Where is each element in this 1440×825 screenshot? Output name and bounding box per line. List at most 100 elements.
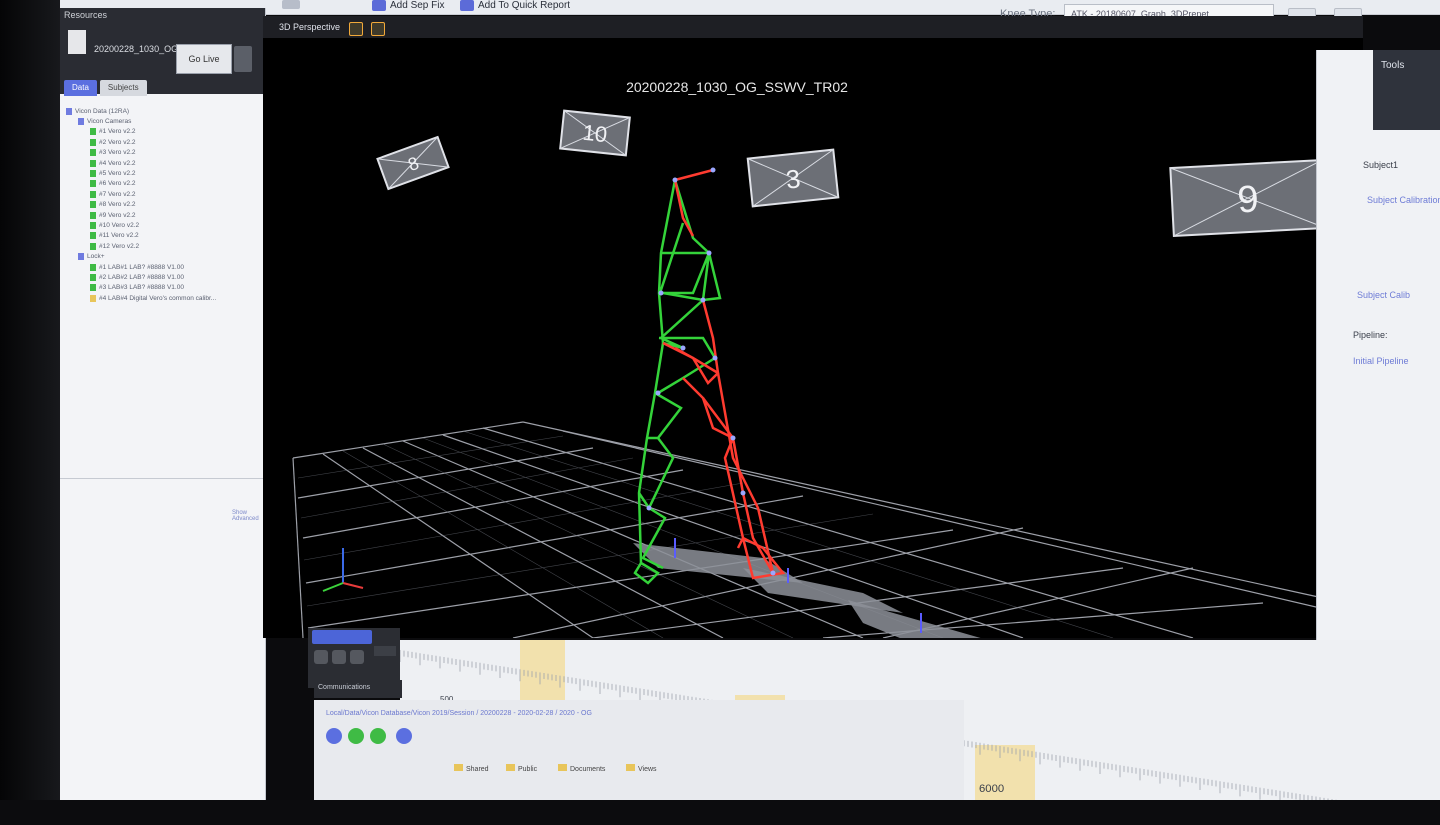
tree-item[interactable]: #7 Vero v2.2 — [66, 189, 262, 199]
view-type-label[interactable]: 3D Perspective — [279, 22, 340, 32]
tree-item-label: Vicon Data (12RA) — [75, 107, 130, 115]
upload-icon[interactable] — [396, 728, 412, 744]
report-icon — [460, 0, 474, 11]
tree-item-label: #8 Vero v2.2 — [99, 201, 136, 209]
tree-item[interactable]: #8 Vero v2.2 — [66, 200, 262, 210]
tree-item[interactable]: Lock+ — [66, 251, 262, 261]
camera-icon — [90, 232, 96, 240]
pause-icon[interactable] — [234, 46, 252, 72]
camera-icon — [90, 201, 96, 209]
go-live-button[interactable]: Go Live — [176, 44, 232, 74]
tree-item-label: #11 Vero v2.2 — [99, 232, 139, 240]
camera-icon — [90, 221, 96, 229]
tree-item-label: #12 Vero v2.2 — [99, 242, 140, 250]
svg-text:10: 10 — [581, 120, 608, 147]
tree-item[interactable]: #11 Vero v2.2 — [66, 231, 262, 241]
add-sep-button[interactable]: Add Sep Fix — [372, 0, 444, 11]
play-back-button[interactable] — [314, 650, 328, 664]
tool-item[interactable]: Pipeline: — [1353, 330, 1388, 340]
tree-item[interactable]: #4 LAB#4 Digital Vero's common calibr... — [66, 293, 262, 303]
tab-subjects[interactable]: Subjects — [99, 80, 147, 96]
tree-item[interactable]: #3 LAB#3 LAB? #8888 V1.00 — [66, 283, 262, 293]
tree-item-label: #9 Vero v2.2 — [99, 211, 136, 219]
tree-item-label: Vicon Cameras — [87, 118, 132, 126]
folder-icon — [506, 764, 515, 771]
tree-item[interactable]: Vicon Cameras — [66, 116, 262, 126]
frame-field[interactable] — [374, 646, 396, 656]
folder-icon — [90, 294, 96, 302]
tab-shared[interactable]: Shared — [454, 764, 489, 773]
folder-icon — [454, 764, 463, 771]
camera-focus-icon[interactable] — [371, 22, 385, 36]
toolbar-button-1[interactable] — [282, 0, 300, 9]
show-advanced-link[interactable]: Show Advanced — [232, 510, 265, 522]
add-quick-report-label: Add To Quick Report — [478, 0, 571, 11]
resource-tree: Vicon Data (12RA) Vicon Cameras #1 Vero v2… — [66, 106, 262, 303]
tree-item[interactable]: #4 Vero v2.2 — [66, 158, 262, 168]
tree-item-label: #10 Vero v2.2 — [99, 221, 140, 229]
tree-item[interactable]: #1 LAB#1 LAB? #8888 V1.00 — [66, 262, 262, 272]
viewport-canvas: 20200228_1030_OG_SSWV_TR02 8 10 3 9 — [292, 79, 1363, 638]
camera-9: 9 — [1169, 159, 1327, 237]
resources-panel: Resources 20200228_1030_OG... Go Live Da… — [60, 8, 266, 808]
tree-item[interactable]: #9 Vero v2.2 — [66, 210, 262, 220]
camera-icon — [90, 159, 96, 167]
camera-icon — [90, 138, 96, 146]
tree-item[interactable]: #2 LAB#2 LAB? #8888 V1.00 — [66, 272, 262, 282]
camera-8: 8 — [376, 135, 450, 191]
file-icon — [68, 30, 86, 54]
time-range-bar[interactable] — [312, 630, 372, 644]
tab-views[interactable]: Views — [626, 764, 657, 773]
tool-item[interactable]: Initial Pipeline — [1353, 356, 1409, 366]
resources-tabs: Data Subjects — [64, 80, 147, 96]
tree-item[interactable]: #5 Vero v2.2 — [66, 168, 262, 178]
breadcrumb[interactable]: Local/Data/Vicon Database/Vicon 2019/Ses… — [326, 710, 592, 717]
tool-item[interactable]: Subject1 — [1363, 160, 1398, 170]
file-name: 20200228_1030_OG... — [94, 44, 186, 54]
folder-icon — [558, 764, 567, 771]
tree-item-label: #2 Vero v2.2 — [99, 138, 136, 146]
tree-item-label: #2 LAB#2 LAB? #8888 V1.00 — [99, 273, 184, 281]
camera-icon — [90, 128, 96, 136]
add-quick-report-button[interactable]: Add To Quick Report — [460, 0, 570, 11]
play-button[interactable] — [332, 650, 346, 664]
capture-title: 20200228_1030_OG_SSWV_TR02 — [626, 79, 848, 95]
folder-icon — [66, 107, 72, 115]
3d-viewport[interactable]: 20200228_1030_OG_SSWV_TR02 8 10 3 9 — [263, 38, 1363, 638]
back-icon[interactable] — [326, 728, 342, 744]
tree-item[interactable]: #2 Vero v2.2 — [66, 137, 262, 147]
tree-item[interactable]: #1 Vero v2.2 — [66, 127, 262, 137]
tree-item[interactable]: #6 Vero v2.2 — [66, 179, 262, 189]
camera-icon — [90, 211, 96, 219]
tree-item-label: #4 Vero v2.2 — [99, 159, 136, 167]
upload-icon — [372, 0, 386, 11]
folder-icon — [78, 118, 84, 126]
tree-item-label: #4 LAB#4 Digital Vero's common calibr... — [99, 294, 217, 302]
tree-item[interactable]: Vicon Data (12RA) — [66, 106, 262, 116]
tab-data[interactable]: Data — [64, 80, 97, 96]
play-forward-button[interactable] — [350, 650, 364, 664]
tree-item[interactable]: #10 Vero v2.2 — [66, 220, 262, 230]
monitor-bezel-bottom — [0, 800, 1440, 825]
panel-divider — [60, 478, 265, 479]
folder-icon — [78, 253, 84, 261]
camera-3: 3 — [746, 148, 840, 208]
resources-title: Resources — [64, 10, 108, 20]
timeline-tick-label: 6000 — [979, 783, 1004, 795]
new-icon[interactable] — [348, 728, 364, 744]
toolbar-icon — [282, 0, 300, 9]
resources-header: Resources 20200228_1030_OG... Go Live Da… — [60, 8, 265, 96]
tree-item-label: Lock+ — [87, 253, 105, 261]
tool-item[interactable]: Subject Calib — [1357, 290, 1410, 300]
tab-public[interactable]: Public — [506, 764, 537, 773]
tab-documents[interactable]: Documents — [558, 764, 605, 773]
timeline-controls — [308, 628, 400, 688]
camera-10: 10 — [559, 109, 631, 157]
tree-item[interactable]: #3 Vero v2.2 — [66, 148, 262, 158]
camera-fit-icon[interactable] — [349, 22, 363, 36]
floor-grid — [292, 421, 1363, 638]
tree-item[interactable]: #12 Vero v2.2 — [66, 241, 262, 251]
tool-item[interactable]: Subject Calibration — [1367, 195, 1440, 205]
camera-icon — [90, 242, 96, 250]
refresh-icon[interactable] — [370, 728, 386, 744]
